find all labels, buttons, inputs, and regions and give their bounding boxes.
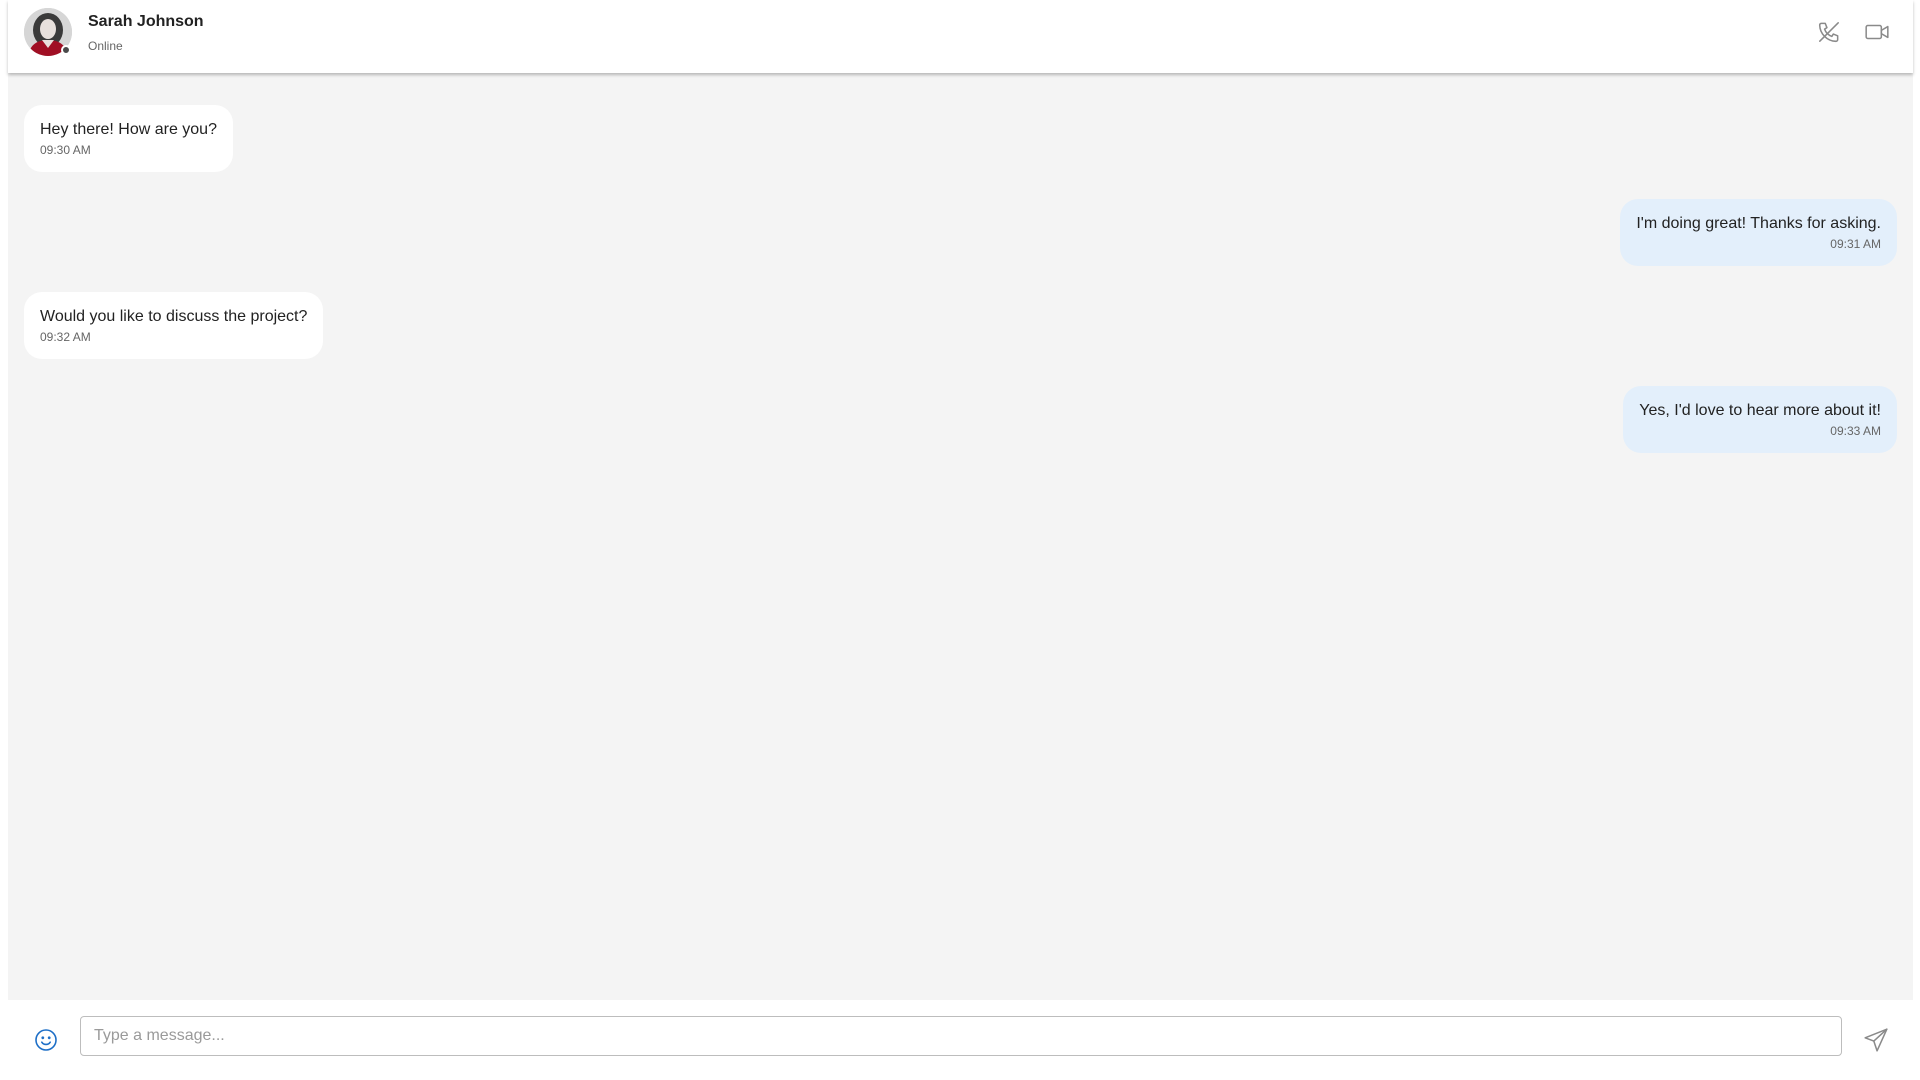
smiley-icon (35, 1029, 57, 1051)
message-composer (8, 1000, 1913, 1080)
chat-header: Sarah Johnson Online (8, 0, 1913, 73)
message-timestamp: 09:31 AM (1830, 237, 1881, 251)
message-text: Yes, I'd love to hear more about it! (1639, 402, 1881, 419)
message-timestamp: 09:33 AM (1830, 424, 1881, 438)
message-bubble-incoming: Hey there! How are you? 09:30 AM (24, 105, 233, 172)
send-button[interactable] (1860, 1024, 1892, 1056)
video-camera-icon (1865, 24, 1889, 40)
message-bubble-outgoing: Yes, I'd love to hear more about it! 09:… (1623, 386, 1897, 453)
contact-status: Online (88, 39, 123, 53)
message-timestamp: 09:30 AM (40, 143, 91, 157)
message-text: Would you like to discuss the project? (40, 308, 308, 325)
video-call-button[interactable] (1863, 18, 1891, 46)
contact-name: Sarah Johnson (88, 13, 204, 30)
message-text: Hey there! How are you? (40, 121, 217, 138)
message-input[interactable] (80, 1016, 1842, 1056)
message-text: I'm doing great! Thanks for asking. (1636, 215, 1881, 232)
message-timestamp: 09:32 AM (40, 330, 91, 344)
call-button[interactable] (1815, 18, 1843, 46)
message-bubble-outgoing: I'm doing great! Thanks for asking. 09:3… (1620, 199, 1897, 266)
phone-off-icon (1818, 22, 1839, 43)
send-icon (1864, 1028, 1888, 1052)
emoji-button[interactable] (32, 1026, 60, 1054)
message-bubble-incoming: Would you like to discuss the project? 0… (24, 292, 324, 359)
chat-window: Sarah Johnson Online Hey there! How are … (8, 0, 1913, 1000)
online-status-dot (61, 45, 71, 55)
